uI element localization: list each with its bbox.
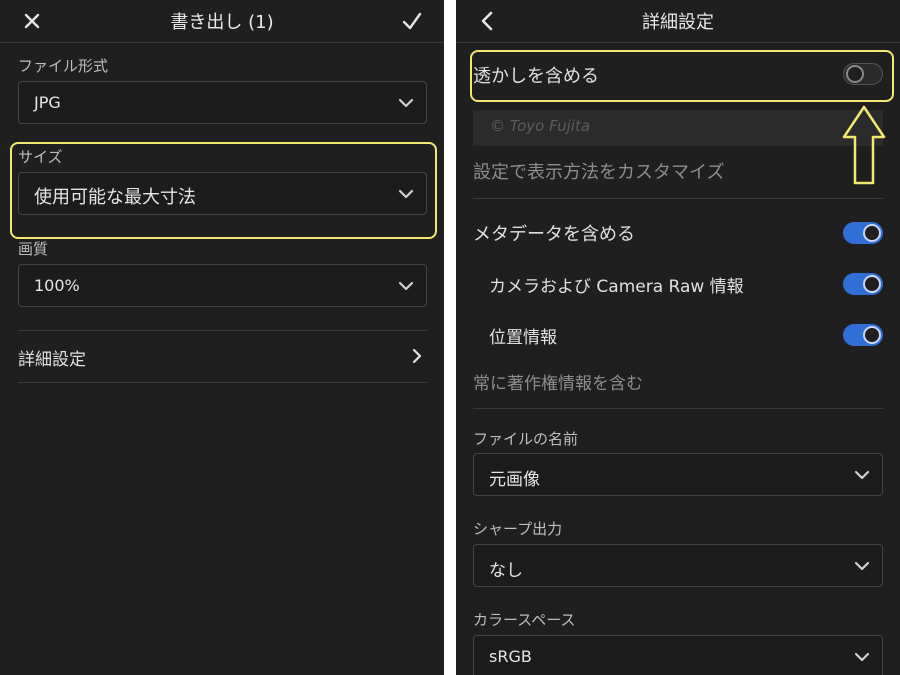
- watermark-preview: © Toyo Fujita: [473, 110, 883, 146]
- file-format-label: ファイル形式: [18, 57, 109, 75]
- metadata-label: メタデータを含める: [473, 224, 635, 245]
- metadata-toggle[interactable]: [843, 222, 883, 244]
- color-space-value: sRGB: [489, 647, 532, 666]
- toggle-knob: [863, 275, 881, 293]
- export-panel: 書き出し (1) ファイル形式 JPG サイズ 使用可能な最大寸法 画質 100…: [0, 0, 444, 675]
- chevron-right-icon[interactable]: [411, 348, 423, 364]
- export-header: 書き出し (1): [0, 0, 444, 43]
- watermark-label: 透かしを含める: [473, 66, 599, 87]
- size-select[interactable]: 使用可能な最大寸法: [18, 172, 427, 215]
- file-format-select[interactable]: JPG: [18, 81, 427, 124]
- advanced-settings-panel: 詳細設定 透かしを含める © Toyo Fujita 設定で表示方法をカスタマイ…: [456, 0, 900, 675]
- customize-display-link[interactable]: 設定で表示方法をカスタマイズ: [473, 158, 724, 184]
- chevron-down-icon: [398, 281, 414, 291]
- watermark-toggle[interactable]: [843, 63, 883, 85]
- quality-select[interactable]: 100%: [18, 264, 427, 307]
- quality-value: 100%: [34, 276, 80, 295]
- divider: [473, 198, 883, 199]
- color-space-label: カラースペース: [473, 611, 576, 629]
- chevron-down-icon: [854, 652, 870, 662]
- file-format-value: JPG: [34, 93, 61, 112]
- size-label: サイズ: [18, 148, 63, 166]
- toggle-knob: [863, 224, 881, 242]
- sharpen-value: なし: [489, 561, 523, 581]
- copyright-label: 常に著作権情報を含む: [473, 374, 643, 394]
- location-label: 位置情報: [489, 328, 557, 348]
- file-name-label: ファイルの名前: [473, 430, 579, 448]
- color-space-select[interactable]: sRGB: [473, 635, 883, 675]
- location-toggle[interactable]: [843, 324, 883, 346]
- up-arrow-annotation-icon: [842, 105, 886, 185]
- size-value: 使用可能な最大寸法: [34, 187, 196, 208]
- advanced-header: 詳細設定: [456, 0, 900, 43]
- chevron-down-icon: [398, 189, 414, 199]
- advanced-title: 詳細設定: [642, 12, 714, 33]
- file-name-select[interactable]: 元画像: [473, 453, 883, 496]
- toggle-knob: [863, 326, 881, 344]
- checkmark-icon[interactable]: [400, 9, 424, 33]
- sharpen-label: シャープ出力: [473, 520, 563, 538]
- divider: [18, 382, 427, 383]
- divider: [18, 330, 427, 331]
- camera-raw-toggle[interactable]: [843, 273, 883, 295]
- quality-label: 画質: [18, 240, 49, 258]
- chevron-down-icon: [854, 470, 870, 480]
- watermark-preview-text: © Toyo Fujita: [490, 117, 591, 135]
- divider: [473, 408, 883, 409]
- camera-raw-label: カメラおよび Camera Raw 情報: [489, 277, 744, 297]
- toggle-knob: [846, 65, 864, 83]
- export-title: 書き出し (1): [170, 12, 274, 33]
- advanced-settings-link[interactable]: 詳細設定: [18, 345, 86, 370]
- chevron-down-icon: [854, 561, 870, 571]
- chevron-down-icon: [398, 98, 414, 108]
- sharpen-select[interactable]: なし: [473, 544, 883, 587]
- file-name-value: 元画像: [489, 470, 540, 490]
